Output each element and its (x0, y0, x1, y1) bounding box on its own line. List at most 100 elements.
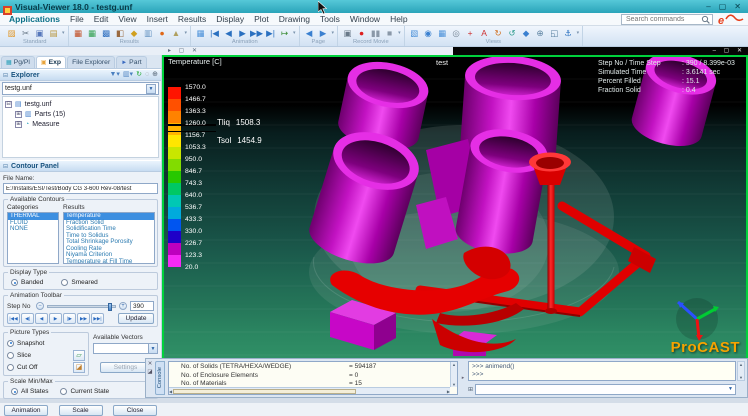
camera-icon[interactable]: ▣ (341, 27, 354, 39)
tree-expander-icon[interactable]: ⊟ (5, 101, 12, 108)
collapse-icon[interactable]: ⊟ (3, 163, 8, 170)
menu-results[interactable]: Results (173, 14, 211, 24)
menu-display[interactable]: Display (211, 14, 249, 24)
tab-exp[interactable]: ▣Exp (36, 56, 66, 68)
radio-banded[interactable]: Banded (11, 279, 43, 286)
prev-frame-icon[interactable]: ◀ (222, 27, 235, 39)
menu-drawing[interactable]: Drawing (274, 14, 315, 24)
report-icon[interactable]: ▥ (142, 27, 155, 39)
command-menu-icon[interactable]: ⊞ (468, 386, 473, 393)
categories-list[interactable]: THERMALFLUIDNONE (7, 212, 59, 264)
messages-hscrollbar[interactable]: ◀▶ (169, 387, 450, 394)
prev-page-icon[interactable]: ◀ (303, 27, 316, 39)
vectors-combo[interactable]: ▼ (93, 343, 158, 354)
minimize-button[interactable]: – (706, 1, 710, 12)
annotate-icon[interactable]: A (478, 27, 491, 39)
toolbar-overflow-icon[interactable]: ▾ (332, 30, 335, 36)
model-canvas[interactable] (164, 57, 746, 358)
first-frame-icon[interactable]: |◀ (208, 27, 221, 39)
menu-plot[interactable]: Plot (249, 14, 274, 24)
section-icon[interactable]: ◧ (114, 27, 127, 39)
hot-spot-icon[interactable]: ● (156, 27, 169, 39)
slice-icon[interactable]: ▱ (73, 350, 85, 361)
toolbar-overflow-icon[interactable]: ▾ (293, 30, 296, 36)
tab-part[interactable]: ►Part (116, 56, 146, 68)
settings-button[interactable]: Settings (100, 362, 152, 373)
step-decrement-button[interactable]: − (36, 302, 44, 310)
fast-forward-button[interactable]: ▶▶ (77, 313, 90, 324)
pin-console-icon[interactable]: ◪ (147, 369, 152, 375)
menu-help[interactable]: Help (385, 14, 412, 24)
shade-icon[interactable]: ◎ (450, 27, 463, 39)
vector-plot-icon[interactable]: ◆ (128, 27, 141, 39)
spin-icon[interactable]: ↺ (506, 27, 519, 39)
prev-anim-button[interactable]: ◀| (21, 313, 34, 324)
fast-forward-icon[interactable]: ▶▶ (250, 27, 263, 39)
radio-current-state[interactable]: Current State (60, 388, 109, 395)
radio-cut-off[interactable]: Cut Off (7, 364, 37, 371)
toolbar-overflow-icon[interactable]: ▾ (185, 30, 188, 36)
command-input[interactable]: ▼ (475, 384, 736, 395)
tree-node-measure[interactable]: ⊞◔Measure (5, 119, 156, 129)
mdi-window-controls[interactable]: – ▢ ✕ (713, 47, 745, 55)
category-none[interactable]: NONE (8, 226, 58, 233)
play-icon[interactable]: ▶ (236, 27, 249, 39)
tree-expander-icon[interactable]: ⊞ (15, 121, 22, 128)
play-button[interactable]: ▶ (49, 313, 62, 324)
prompt-expander-icon[interactable]: ▸ (458, 359, 468, 397)
next-page-icon[interactable]: ▶ (317, 27, 330, 39)
animation-button[interactable]: Animation (4, 405, 48, 416)
contour-icon[interactable]: ▦ (86, 27, 99, 39)
pan-icon[interactable]: ◆ (520, 27, 533, 39)
fringe-icon[interactable]: ▩ (100, 27, 113, 39)
radio-smeared[interactable]: Smeared (61, 279, 97, 286)
radio-snapshot[interactable]: Snapshot (7, 340, 44, 347)
vectors-dropdown-icon[interactable]: ▼ (148, 344, 157, 353)
toolbar-overflow-icon[interactable]: ▾ (398, 30, 401, 36)
tree-node-parts-15[interactable]: ⊞▥Parts (15) (5, 109, 156, 119)
sphere-view-icon[interactable]: ◉ (422, 27, 435, 39)
menu-window[interactable]: Window (345, 14, 385, 24)
last-step-button[interactable]: ▶▶| (91, 313, 104, 324)
anchor-icon[interactable]: ⚓ (562, 27, 575, 39)
paste-icon[interactable]: ▤ (47, 27, 60, 39)
rotate-icon[interactable]: ↻ (492, 27, 505, 39)
toolbar-overflow-icon[interactable]: ▾ (62, 30, 65, 36)
cutoff-icon[interactable]: ◪ (73, 362, 85, 373)
result-temperature-at-fill-time[interactable]: Temperature at Fill Time (64, 259, 154, 265)
tab-pg-pl[interactable]: ▦Pg/Pl (1, 56, 35, 68)
menu-insert[interactable]: Insert (142, 14, 173, 24)
fit-icon[interactable]: ◱ (548, 27, 561, 39)
results-list[interactable]: TemperatureFraction SolidSolidification … (63, 212, 155, 264)
menu-applications[interactable]: Applications (4, 14, 65, 24)
scale-button[interactable]: Scale (59, 405, 103, 416)
tab-file-explorer[interactable]: File Explorer (67, 56, 115, 68)
model-file-combo[interactable]: testg.unf ▼ (2, 82, 159, 95)
plot-type-icon[interactable]: ▦ (72, 27, 85, 39)
record-icon[interactable]: ● (355, 27, 368, 39)
maximize-button[interactable]: ▢ (719, 1, 727, 12)
viewport-3d[interactable]: Temperature [C] test Tliq1508.3 Tsol1454… (162, 55, 748, 360)
collapse-icon[interactable]: ⊟ (3, 72, 8, 79)
expand-all-icon[interactable]: ⊕ (152, 70, 158, 80)
layout-icon[interactable]: ▥▾ (123, 70, 133, 80)
close-console-icon[interactable]: ✕ (148, 361, 153, 367)
file-name-input[interactable] (3, 183, 158, 194)
view-manager-icon[interactable]: ▧ (408, 27, 421, 39)
step-slider[interactable] (47, 305, 116, 308)
copy-icon[interactable]: ▣ (33, 27, 46, 39)
lasso-icon[interactable]: ◌ (145, 70, 149, 80)
step-slider-thumb[interactable] (108, 303, 112, 311)
cube-view-icon[interactable]: ▦ (436, 27, 449, 39)
radio-all-states[interactable]: All States (11, 388, 48, 395)
history-scrollbar[interactable]: ▲▼ (737, 361, 745, 381)
menu-view[interactable]: View (113, 14, 141, 24)
command-dropdown-icon[interactable]: ▼ (728, 386, 735, 392)
filter-icon[interactable]: ▼▾ (109, 70, 119, 80)
search-icon[interactable] (701, 15, 710, 24)
radio-slice[interactable]: Slice (7, 352, 31, 359)
tree-expander-icon[interactable]: ⊞ (15, 111, 22, 118)
menu-edit[interactable]: Edit (89, 14, 114, 24)
next-step-button[interactable]: |▶ (63, 313, 76, 324)
console-tab[interactable]: Console (155, 361, 165, 395)
